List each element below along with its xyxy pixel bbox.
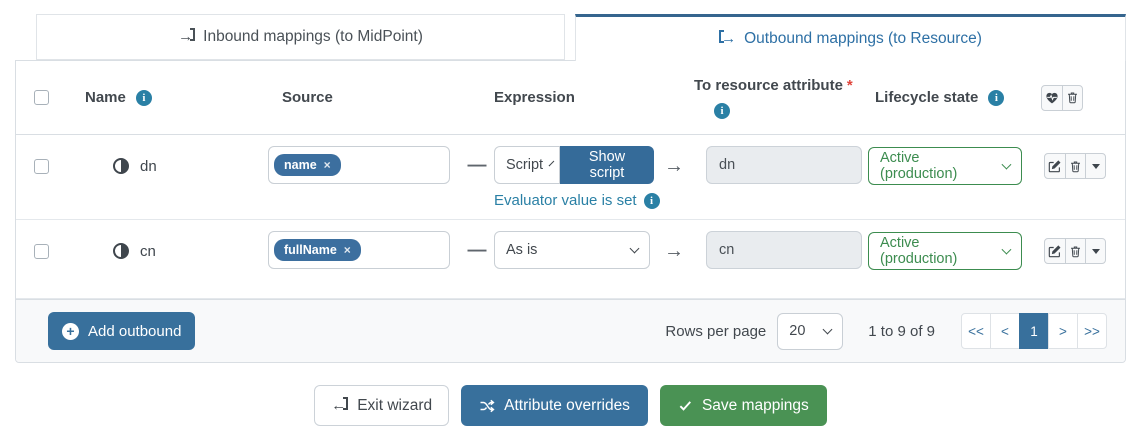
delete-row-button[interactable]	[1065, 153, 1086, 179]
more-actions-button[interactable]	[1085, 153, 1106, 179]
half-circle-icon	[113, 243, 129, 259]
row-count-text: 1 to 9 of 9	[868, 323, 935, 340]
chevron-down-icon	[630, 243, 640, 253]
dash-separator-icon: —	[468, 155, 487, 177]
source-chip[interactable]: fullName ×	[274, 239, 361, 261]
pagination-page-1-button[interactable]: 1	[1019, 313, 1049, 349]
chip-remove-icon[interactable]: ×	[324, 158, 331, 172]
name-column-header: Name	[85, 89, 126, 106]
tab-inbound-mappings[interactable]: → Inbound mappings (to MidPoint)	[36, 14, 565, 60]
required-marker: *	[847, 77, 853, 94]
target-info-icon[interactable]: i	[714, 103, 730, 119]
source-chip[interactable]: name ×	[274, 154, 341, 176]
lifecycle-select[interactable]: Active (production)	[868, 147, 1022, 185]
expression-column-header: Expression	[494, 89, 654, 106]
select-all-checkbox[interactable]	[34, 90, 49, 105]
trash-icon	[1069, 245, 1082, 258]
edit-icon	[1048, 244, 1062, 258]
table-header-row: Name i Source Expression To resource att…	[16, 61, 1125, 135]
pagination-next-button[interactable]: >	[1048, 313, 1078, 349]
show-script-button[interactable]: Show script	[560, 146, 654, 184]
lifecycle-info-icon[interactable]: i	[988, 90, 1004, 106]
tab-outbound-label: Outbound mappings (to Resource)	[744, 30, 982, 48]
more-actions-button[interactable]	[1085, 238, 1106, 264]
chevron-down-icon	[823, 324, 833, 334]
bulk-delete-button[interactable]	[1062, 85, 1083, 111]
name-info-icon[interactable]: i	[136, 90, 152, 106]
sign-out-icon: →	[719, 30, 736, 48]
exit-icon: ←	[331, 397, 348, 415]
row-checkbox[interactable]	[34, 244, 49, 259]
rows-per-page-label: Rows per page	[665, 323, 766, 340]
mapping-name: dn	[140, 158, 157, 175]
lifecycle-select[interactable]: Active (production)	[868, 232, 1022, 270]
edit-icon	[1048, 159, 1062, 173]
tab-outbound-mappings[interactable]: → Outbound mappings (to Resource)	[575, 14, 1126, 61]
trash-icon	[1069, 160, 1082, 173]
save-mappings-button[interactable]: Save mappings	[660, 385, 827, 426]
shuffle-icon	[479, 398, 495, 414]
target-column-header: To resource attribute* i	[694, 77, 862, 119]
lifecycle-column-header: Lifecycle state	[875, 89, 978, 106]
source-input[interactable]: name ×	[268, 146, 450, 184]
caret-down-icon	[1092, 249, 1100, 254]
caret-down-icon	[1092, 164, 1100, 169]
pagination-last-button[interactable]: >>	[1077, 313, 1107, 349]
plus-circle-icon: +	[62, 323, 79, 340]
evaluator-info-icon[interactable]: i	[644, 193, 660, 209]
half-circle-icon	[113, 158, 129, 174]
expression-type-select[interactable]: Script	[494, 146, 560, 184]
mapping-row-cn: cn fullName × — As is → cn Active (produ…	[16, 220, 1125, 299]
expression-type-select[interactable]: As is	[494, 231, 650, 269]
chevron-down-icon	[1002, 244, 1012, 254]
check-icon	[678, 398, 693, 413]
chevron-down-icon	[1002, 159, 1012, 169]
row-checkbox[interactable]	[34, 159, 49, 174]
arrow-right-icon: →	[664, 155, 684, 178]
target-attribute-input-disabled: dn	[706, 146, 862, 184]
pagination: << < 1 > >>	[961, 313, 1107, 349]
source-column-header: Source	[264, 89, 460, 106]
page-size-select[interactable]: 20	[777, 313, 843, 350]
delete-row-button[interactable]	[1065, 238, 1086, 264]
evaluator-value-link[interactable]: Evaluator value is set i	[494, 192, 654, 209]
wizard-action-bar: ← Exit wizard Attribute overrides Save m…	[0, 385, 1141, 426]
dash-separator-icon: —	[468, 240, 487, 262]
outbound-mappings-table: Name i Source Expression To resource att…	[15, 60, 1126, 363]
heart-pulse-icon	[1045, 91, 1059, 105]
attribute-overrides-button[interactable]: Attribute overrides	[461, 385, 648, 426]
mapping-name: cn	[140, 243, 156, 260]
trash-icon	[1066, 91, 1079, 104]
exit-wizard-button[interactable]: ← Exit wizard	[314, 385, 449, 426]
mapping-tabs: → Inbound mappings (to MidPoint) → Outbo…	[0, 0, 1141, 60]
pagination-first-button[interactable]: <<	[961, 313, 991, 349]
tab-inbound-label: Inbound mappings (to MidPoint)	[203, 28, 423, 46]
chevron-down-icon	[549, 160, 555, 166]
arrow-right-icon: →	[664, 240, 684, 263]
target-attribute-input-disabled: cn	[706, 231, 862, 269]
edit-row-button[interactable]	[1044, 153, 1066, 179]
edit-row-button[interactable]	[1044, 238, 1066, 264]
add-outbound-button[interactable]: + Add outbound	[48, 312, 195, 350]
bulk-lifecycle-button[interactable]	[1041, 85, 1063, 111]
source-input[interactable]: fullName ×	[268, 231, 450, 269]
chip-remove-icon[interactable]: ×	[344, 243, 351, 257]
pagination-prev-button[interactable]: <	[990, 313, 1020, 349]
sign-in-icon: →	[178, 28, 195, 46]
mapping-row-dn: dn name × — Script Show script Evaluator…	[16, 135, 1125, 220]
table-footer: + Add outbound Rows per page 20 1 to 9 o…	[16, 299, 1125, 362]
